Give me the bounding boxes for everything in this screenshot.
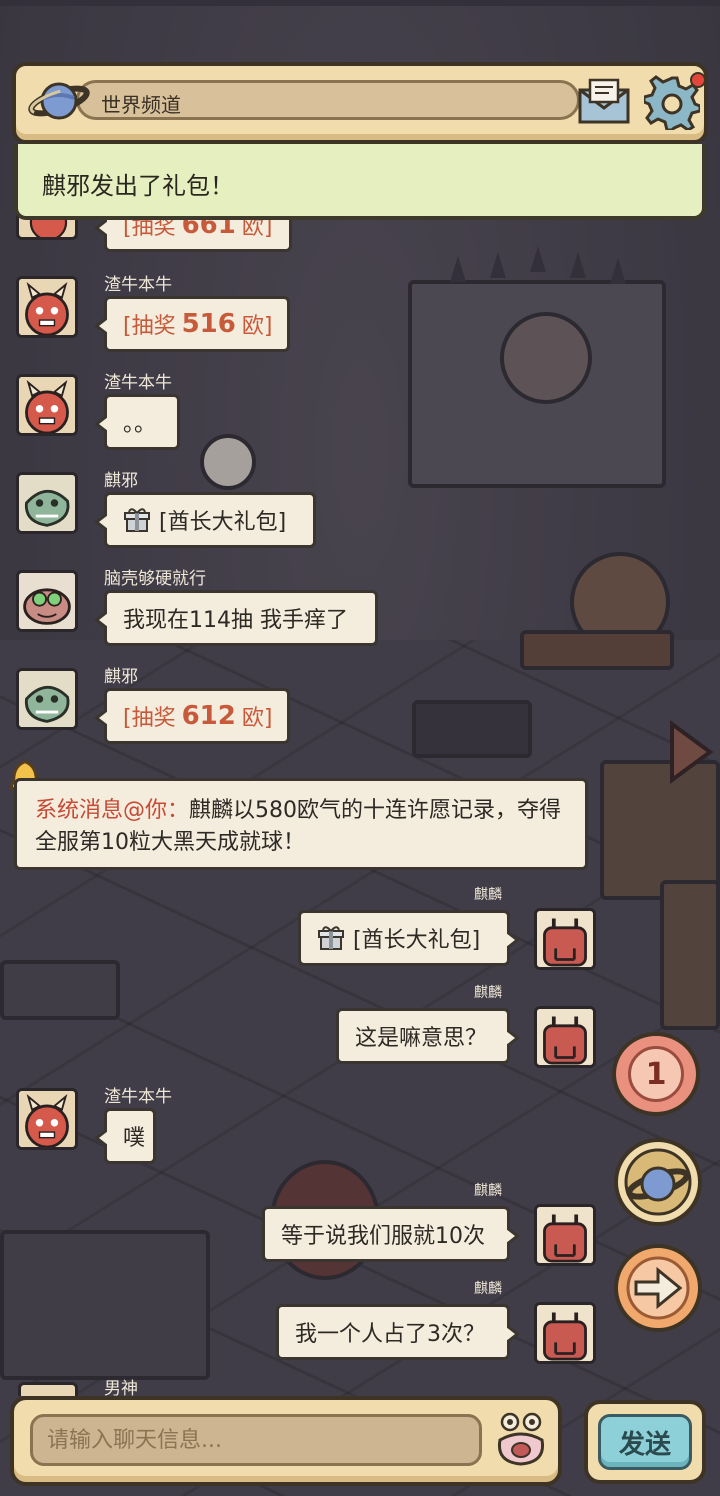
next-button[interactable]: [614, 1244, 702, 1332]
robot-demon-avatar-icon: [537, 911, 593, 967]
notification-dot: [690, 72, 706, 88]
lottery-suffix: 欧]: [241, 314, 273, 339]
username: 麒麟: [474, 985, 502, 1001]
message-bubble: 噗: [94, 1108, 156, 1164]
gift-label: [酋长大礼包]: [159, 510, 287, 535]
send-button-frame: 发送: [584, 1400, 706, 1484]
robot-demon-avatar-icon: [537, 1009, 593, 1065]
username: 渣牛本牛: [104, 1087, 172, 1107]
dragon-avatar-icon: [19, 475, 75, 531]
message-bubble: 这是嘛意思？: [336, 1008, 520, 1064]
lottery-prefix: [抽奖: [123, 706, 176, 731]
send-button[interactable]: 发送: [598, 1414, 692, 1470]
system-message: 系统消息@你：麒麟以580欧气的十连许愿记录，夺得全服第10粒大黑天成就球！: [14, 778, 588, 870]
system-message-prefix: 系统消息@你：: [35, 798, 190, 823]
dragon-avatar-icon: [19, 671, 75, 727]
mail-icon[interactable]: [576, 76, 632, 126]
message-bubble: 我一个人占了3次？: [276, 1304, 520, 1360]
lottery-value: 516: [181, 309, 236, 339]
avatar-dragon[interactable]: [16, 472, 78, 534]
lottery-prefix: [抽奖: [123, 314, 176, 339]
lottery-value: 612: [181, 701, 236, 731]
creature-avatar-icon: [19, 573, 75, 629]
gift-bubble[interactable]: [酋长大礼包]: [298, 910, 520, 966]
expand-arrow-icon[interactable]: [664, 718, 716, 786]
username: 麒邪: [104, 667, 138, 687]
planet-icon: [624, 1148, 692, 1216]
chat-input-bar: [10, 1396, 562, 1486]
avatar-self[interactable]: [534, 1006, 596, 1068]
avatar-demon[interactable]: [16, 1088, 78, 1150]
username: 麒邪: [104, 471, 138, 491]
lottery-suffix: 欧]: [241, 706, 273, 731]
username: 渣牛本牛: [104, 275, 172, 295]
username: 脑壳够硬就行: [104, 569, 206, 589]
avatar-self[interactable]: [534, 1204, 596, 1266]
system-message-text: 系统消息@你：麒麟以580欧气的十连许愿记录，夺得全服第10粒大黑天成就球！: [35, 795, 567, 859]
lottery-bubble: [抽奖 516 欧]: [94, 296, 290, 352]
username: 麒麟: [474, 1281, 502, 1297]
message-bubble: 等于说我们服就10次: [262, 1206, 520, 1262]
gift-bubble[interactable]: [酋长大礼包]: [94, 492, 316, 548]
robot-demon-avatar-icon: [537, 1207, 593, 1263]
channel-selector[interactable]: 世界频道: [76, 80, 580, 120]
arrow-right-icon: [626, 1256, 690, 1320]
world-channel-button[interactable]: [614, 1138, 702, 1226]
robot-demon-avatar-icon: [537, 1305, 593, 1361]
message-bubble: 我现在114抽 我手痒了: [94, 590, 378, 646]
avatar-self[interactable]: [534, 1302, 596, 1364]
avatar-creature[interactable]: [16, 570, 78, 632]
username: 麒麟: [474, 1183, 502, 1199]
channel-header: 世界频道: [12, 62, 708, 144]
emoji-icon[interactable]: [492, 1410, 550, 1468]
unread-count: 1: [628, 1046, 684, 1102]
avatar-demon[interactable]: [16, 276, 78, 338]
avatar-dragon[interactable]: [16, 668, 78, 730]
demon-avatar-icon: [19, 1091, 75, 1147]
gift-notice-banner[interactable]: 麒邪发出了礼包！: [14, 144, 706, 220]
username: 麒麟: [474, 887, 502, 903]
demon-avatar-icon: [19, 377, 75, 433]
chat-input[interactable]: [30, 1414, 482, 1466]
avatar-self[interactable]: [534, 908, 596, 970]
gift-label: [酋长大礼包]: [353, 928, 481, 953]
message-bubble: 。。: [94, 394, 180, 450]
notice-text: 麒邪发出了礼包！: [42, 172, 234, 200]
lottery-bubble: [抽奖 612 欧]: [94, 688, 290, 744]
gift-icon: [124, 508, 150, 532]
chat-list[interactable]: [抽奖 661 欧] 渣牛本牛 [抽奖 516 欧] 渣牛本牛 。。 麒邪 [酋: [0, 0, 720, 1496]
gift-icon: [318, 926, 344, 950]
unread-count-button[interactable]: 1: [612, 1032, 700, 1116]
avatar-demon[interactable]: [16, 374, 78, 436]
avatar-partial[interactable]: [18, 1382, 78, 1396]
demon-avatar-icon: [19, 279, 75, 335]
channel-label: 世界频道: [101, 93, 181, 117]
username: 渣牛本牛: [104, 373, 172, 393]
planet-icon[interactable]: [28, 74, 90, 128]
